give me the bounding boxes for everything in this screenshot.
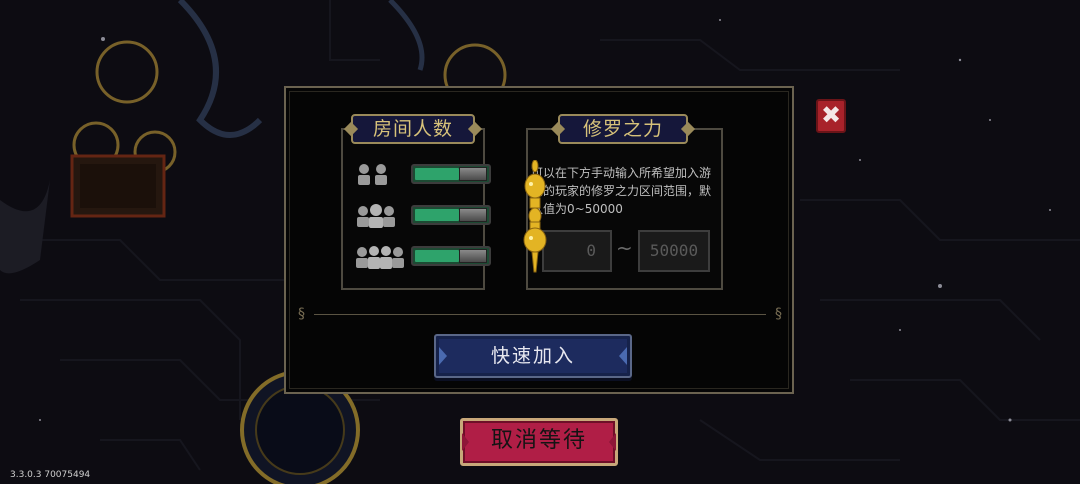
toggle-fill	[415, 250, 459, 262]
panel-divider: § §	[298, 306, 782, 322]
toggle-fill	[415, 209, 459, 221]
cancel-wait-button[interactable]: 取消等待	[460, 418, 618, 466]
close-button[interactable]: ✖	[816, 99, 846, 133]
toggle-knob	[459, 249, 487, 263]
version-label: 3.3.0.3 70075494	[10, 470, 91, 480]
four-players-icon	[355, 244, 405, 269]
room-size-title: 房间人数	[351, 114, 475, 144]
toggle-knob	[459, 167, 487, 181]
golden-vajra-cursor-icon	[518, 159, 552, 280]
asura-power-max-input[interactable]: 50000	[638, 230, 710, 272]
toggle-fill	[415, 168, 459, 180]
asura-power-section: 修罗之力 可以在下方手动输入所希望加入游戏的玩家的修罗之力区间范围，默认值为0~…	[526, 114, 723, 290]
room-size-option-3	[355, 203, 491, 228]
room-size-3-toggle[interactable]	[411, 205, 491, 225]
close-icon: ✖	[820, 101, 842, 129]
toggle-knob	[459, 208, 487, 222]
divider-line	[314, 314, 766, 315]
asura-power-description: 可以在下方手动输入所希望加入游戏的玩家的修罗之力区间范围，默认值为0~50000	[531, 166, 712, 216]
divider-ornament-left-icon: §	[298, 306, 305, 322]
asura-power-title: 修罗之力	[558, 114, 688, 144]
divider-ornament-right-icon: §	[775, 306, 782, 322]
room-size-option-4	[355, 244, 491, 269]
two-players-icon	[355, 162, 391, 186]
range-separator: ~	[616, 236, 633, 260]
three-players-icon	[355, 203, 397, 228]
room-size-option-2	[355, 162, 491, 186]
room-size-4-toggle[interactable]	[411, 246, 491, 266]
asura-power-min-input[interactable]: 0	[542, 230, 612, 272]
room-size-2-toggle[interactable]	[411, 164, 491, 184]
quick-join-button[interactable]: 快速加入	[434, 334, 632, 378]
match-settings-panel: 房间人数 修罗之力 可以在下方手动输入所希望加入游戏的玩家的修罗之力区间范围，默…	[284, 86, 794, 394]
room-size-section: 房间人数	[341, 114, 491, 290]
